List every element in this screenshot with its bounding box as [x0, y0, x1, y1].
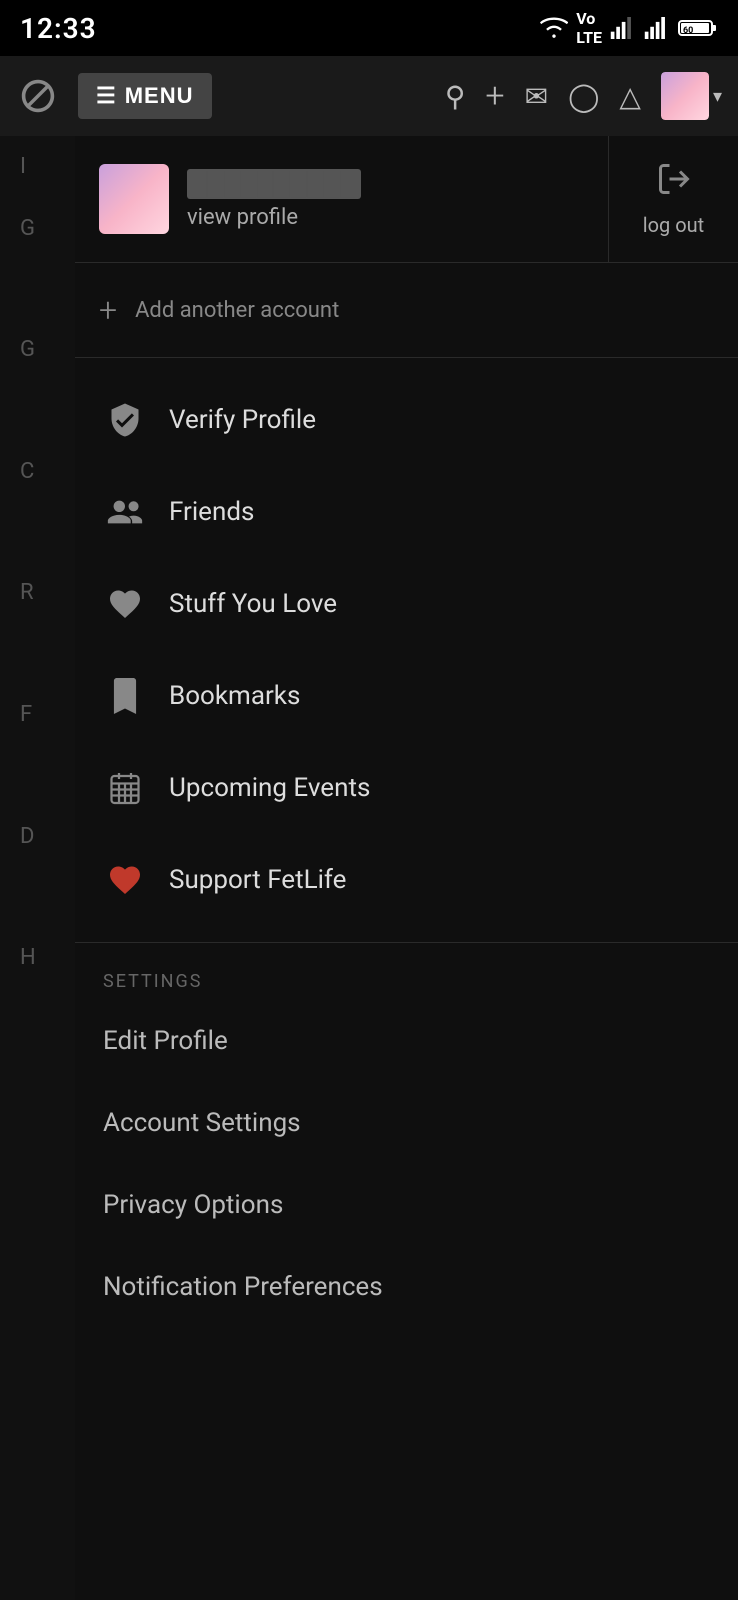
app-logo[interactable]	[16, 74, 60, 118]
support-fetlife-label: Support FetLife	[169, 865, 346, 895]
edit-profile-label: Edit Profile	[103, 1026, 228, 1056]
logout-label: log out	[643, 213, 704, 237]
profile-section: ██████████ view profile log out	[75, 136, 738, 263]
bookmark-filled-icon	[110, 678, 140, 714]
bg-side-letters: I G G C R F D H	[20, 136, 36, 989]
status-bar: 12:33 VoLTE 60	[0, 0, 738, 56]
avatar-dropdown[interactable]: ▾	[661, 72, 722, 120]
user-avatar	[99, 164, 169, 234]
bookmarks-label: Bookmarks	[169, 681, 300, 711]
add-icon[interactable]: +	[485, 76, 504, 116]
nav-avatar-image	[661, 72, 709, 120]
menu-hamburger-icon: ☰	[96, 83, 117, 109]
view-profile-label: view profile	[187, 205, 361, 230]
add-account-label: Add another account	[135, 298, 339, 323]
settings-heading: SETTINGS	[75, 959, 738, 1000]
fetlife-logo-icon	[20, 78, 56, 114]
account-settings-button[interactable]: Account Settings	[75, 1082, 738, 1164]
logout-arrow-icon	[656, 161, 692, 197]
verify-badge-icon	[107, 402, 143, 438]
logout-icon	[656, 161, 692, 205]
menu-section: Verify Profile Friends Stuff You Love	[75, 358, 738, 942]
support-heart-icon	[107, 862, 143, 898]
signal2-icon	[644, 17, 670, 39]
heart-icon	[103, 582, 147, 626]
svg-text:60: 60	[683, 26, 693, 36]
view-profile-button[interactable]: ██████████ view profile	[75, 136, 608, 262]
verify-icon	[103, 398, 147, 442]
nav-icons: ⚲ + ✉ ◯ △ ▾	[445, 72, 722, 120]
calendar-icon	[103, 766, 147, 810]
menu-item-friends[interactable]: Friends	[75, 466, 738, 558]
bookmark-icon	[103, 674, 147, 718]
messages-icon[interactable]: ✉	[525, 80, 548, 113]
notifications-icon[interactable]: △	[619, 80, 641, 113]
profile-username: ██████████	[187, 169, 361, 199]
search-icon[interactable]: ⚲	[445, 80, 466, 113]
menu-label: MENU	[125, 83, 194, 109]
menu-button[interactable]: ☰ MENU	[78, 73, 212, 119]
menu-item-verify-profile[interactable]: Verify Profile	[75, 374, 738, 466]
menu-item-support[interactable]: Support FetLife	[75, 834, 738, 926]
notification-preferences-button[interactable]: Notification Preferences	[75, 1246, 738, 1328]
calendar-grid-icon	[107, 770, 143, 806]
add-account-button[interactable]: + Add another account	[75, 263, 738, 358]
signal1-icon	[610, 17, 636, 39]
stuff-you-love-label: Stuff You Love	[169, 589, 337, 619]
battery-icon: 60	[678, 17, 718, 39]
edit-profile-button[interactable]: Edit Profile	[75, 1000, 738, 1082]
drawer-overlay: ██████████ view profile log out + Add an…	[75, 136, 738, 1600]
privacy-options-label: Privacy Options	[103, 1190, 283, 1220]
avatar-dropdown-arrow-icon: ▾	[713, 86, 722, 107]
friends-icon	[103, 490, 147, 534]
profile-icon[interactable]: ◯	[568, 80, 599, 113]
vo-lte-icon: VoLTE	[576, 9, 602, 47]
menu-item-upcoming-events[interactable]: Upcoming Events	[75, 742, 738, 834]
friends-label: Friends	[169, 497, 254, 527]
wifi-icon	[540, 17, 568, 39]
nav-avatar[interactable]	[661, 72, 709, 120]
top-nav: ☰ MENU ⚲ + ✉ ◯ △ ▾	[0, 56, 738, 136]
logout-button[interactable]: log out	[608, 136, 738, 262]
status-time: 12:33	[20, 12, 97, 45]
status-icons: VoLTE 60	[540, 9, 718, 47]
verify-profile-label: Verify Profile	[169, 405, 316, 435]
heart-filled-icon	[107, 586, 143, 622]
upcoming-events-label: Upcoming Events	[169, 773, 370, 803]
menu-item-stuff-you-love[interactable]: Stuff You Love	[75, 558, 738, 650]
settings-section: SETTINGS Edit Profile Account Settings P…	[75, 942, 738, 1344]
user-avatar-image	[99, 164, 169, 234]
account-settings-label: Account Settings	[103, 1108, 301, 1138]
friends-group-icon	[105, 494, 145, 530]
menu-item-bookmarks[interactable]: Bookmarks	[75, 650, 738, 742]
support-icon	[103, 858, 147, 902]
privacy-options-button[interactable]: Privacy Options	[75, 1164, 738, 1246]
notification-preferences-label: Notification Preferences	[103, 1272, 383, 1302]
profile-info: ██████████ view profile	[187, 169, 361, 230]
add-account-icon: +	[99, 291, 117, 329]
